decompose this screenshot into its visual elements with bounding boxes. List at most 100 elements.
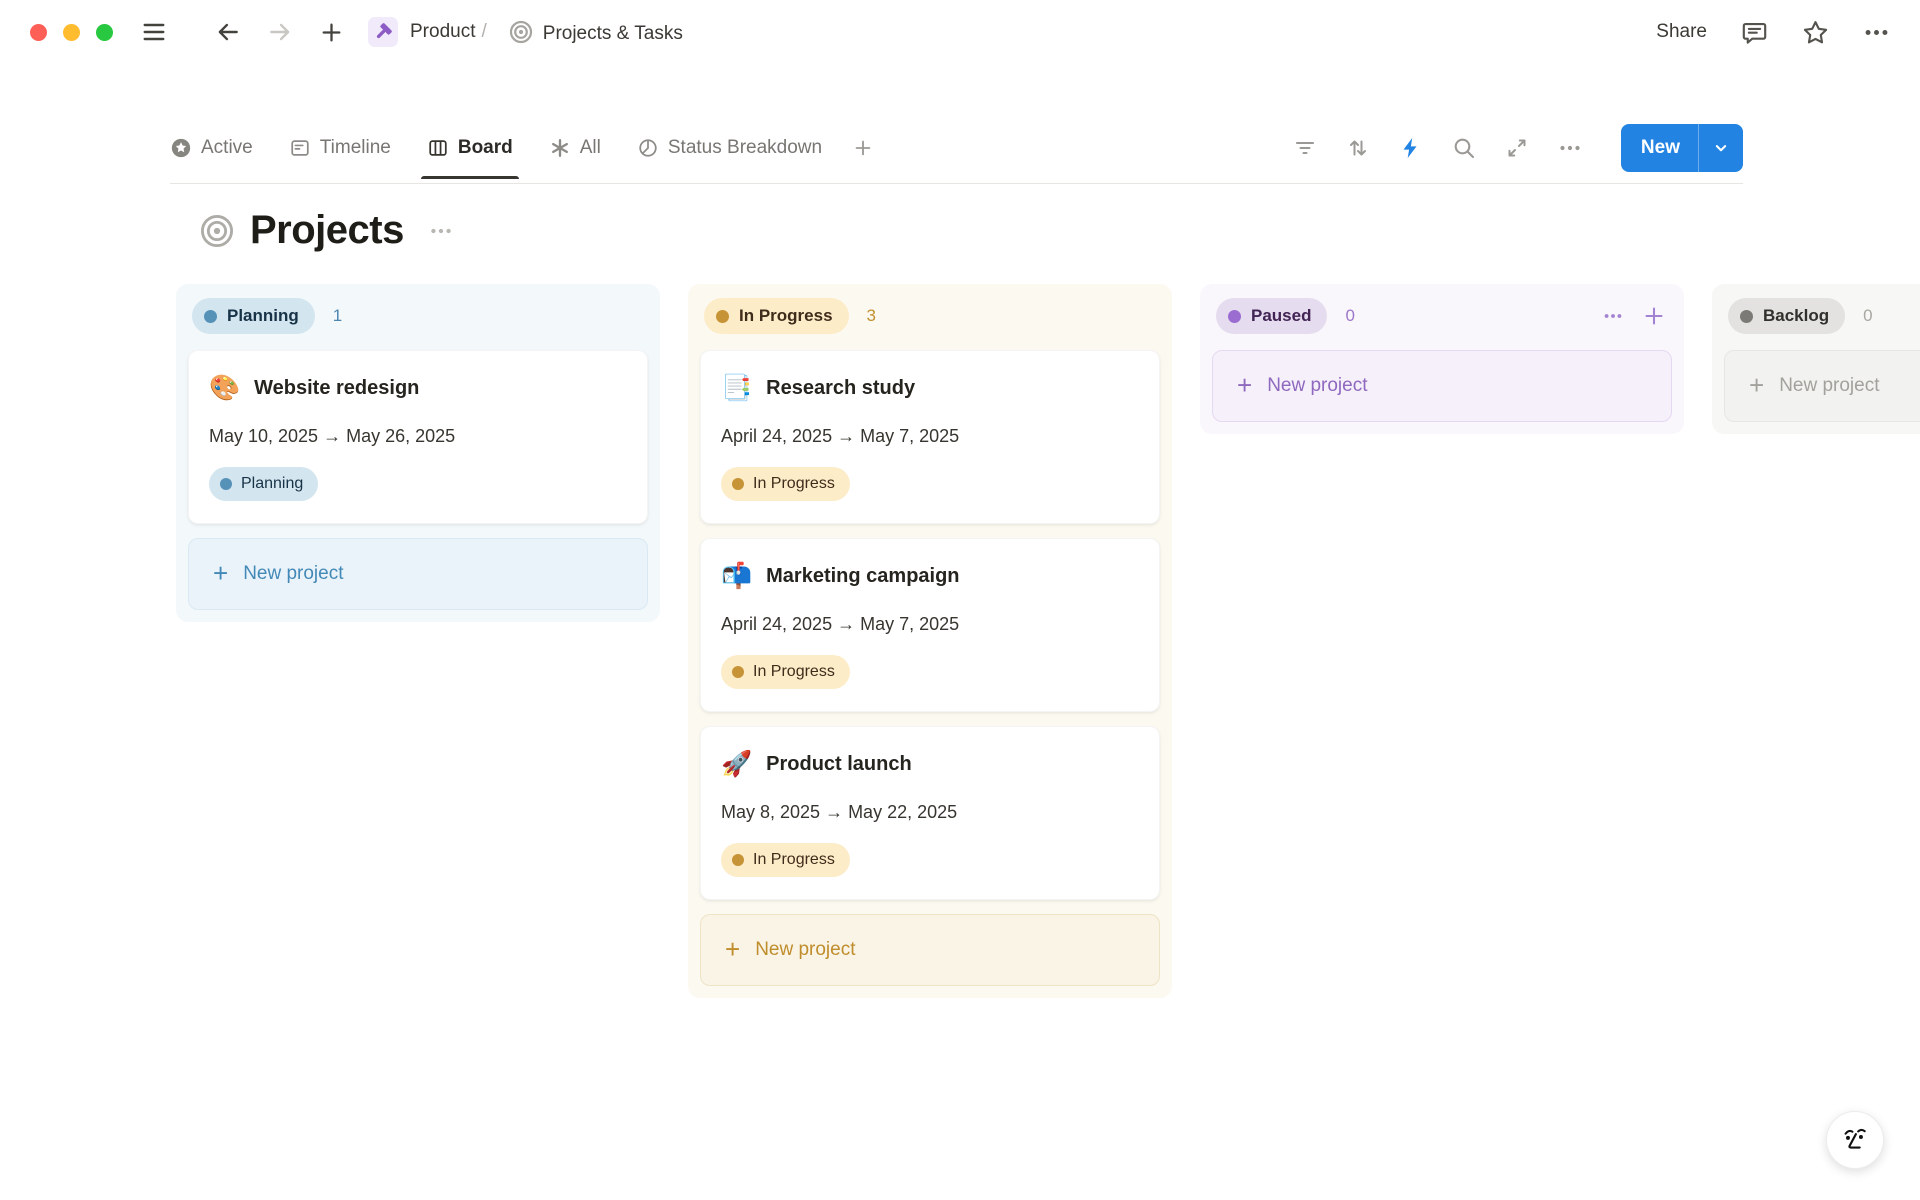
column-add-icon[interactable] xyxy=(1642,304,1666,328)
project-emoji: 📬 xyxy=(721,561,752,591)
add-view-icon[interactable] xyxy=(852,137,874,159)
comments-icon[interactable] xyxy=(1741,19,1768,46)
automation-bolt-icon[interactable] xyxy=(1399,136,1423,160)
target-icon xyxy=(509,20,533,44)
project-card[interactable]: 📬 Marketing campaign April 24, 2025 → Ma… xyxy=(700,538,1160,712)
status-tag-label: In Progress xyxy=(753,851,835,869)
chevron-down-icon[interactable] xyxy=(1699,139,1743,157)
more-options-icon[interactable] xyxy=(1863,19,1890,46)
column-status-pill[interactable]: Backlog xyxy=(1728,298,1845,334)
project-card[interactable]: 📑 Research study April 24, 2025 → May 7,… xyxy=(700,350,1160,524)
tab-label: Timeline xyxy=(320,137,391,159)
new-project-button[interactable]: + New project xyxy=(188,538,648,610)
project-emoji: 📑 xyxy=(721,373,752,403)
tab-label: Active xyxy=(201,137,253,159)
new-project-label: New project xyxy=(1267,375,1367,397)
tab-board[interactable]: Board xyxy=(427,137,513,159)
share-button[interactable]: Share xyxy=(1656,21,1707,43)
status-tag-label: In Progress xyxy=(753,663,835,681)
window-controls xyxy=(30,24,113,41)
column-count: 1 xyxy=(333,306,342,326)
tab-timeline[interactable]: Timeline xyxy=(289,137,391,159)
tab-label: All xyxy=(580,137,601,159)
asterisk-icon xyxy=(549,137,571,159)
status-dot xyxy=(220,478,232,490)
project-date-range: April 24, 2025 → May 7, 2025 xyxy=(721,426,1139,447)
view-more-icon[interactable] xyxy=(1558,136,1582,160)
board-column-in-progress: In Progress 3 📑 Research study April 24,… xyxy=(688,284,1172,998)
board-column-planning: Planning 1 🎨 Website redesign May 10, 20… xyxy=(176,284,660,622)
board-column-paused: Paused 0 + New project xyxy=(1200,284,1684,434)
status-dot xyxy=(204,310,217,323)
tab-all[interactable]: All xyxy=(549,137,601,159)
plus-icon: + xyxy=(213,560,228,586)
breadcrumb-page-label: Projects & Tasks xyxy=(543,23,683,44)
new-project-button[interactable]: + New project xyxy=(1724,350,1920,422)
filter-icon[interactable] xyxy=(1293,136,1317,160)
column-header: Planning 1 xyxy=(188,296,648,336)
pie-chart-icon xyxy=(637,137,659,159)
breadcrumb-page[interactable]: Projects & Tasks xyxy=(509,20,683,45)
new-page-icon[interactable] xyxy=(319,20,344,45)
search-icon[interactable] xyxy=(1452,136,1476,160)
zoom-window-button[interactable] xyxy=(96,24,113,41)
column-status-pill[interactable]: In Progress xyxy=(704,298,849,334)
column-header: Paused 0 xyxy=(1212,296,1672,336)
project-date-range: May 8, 2025 → May 22, 2025 xyxy=(721,802,1139,823)
plus-icon: + xyxy=(1749,372,1764,398)
forward-icon[interactable] xyxy=(267,19,293,45)
status-dot xyxy=(716,310,729,323)
project-date-range: May 10, 2025 → May 26, 2025 xyxy=(209,426,627,447)
sort-icon[interactable] xyxy=(1346,136,1370,160)
column-name: Paused xyxy=(1251,306,1311,326)
tab-status-breakdown[interactable]: Status Breakdown xyxy=(637,137,822,159)
teamspace-tile[interactable] xyxy=(368,17,398,47)
column-count: 3 xyxy=(867,306,876,326)
project-emoji: 🚀 xyxy=(721,749,752,779)
column-status-pill[interactable]: Planning xyxy=(192,298,315,334)
plus-icon: + xyxy=(1237,372,1252,398)
star-circle-icon xyxy=(170,137,192,159)
notion-ai-button[interactable] xyxy=(1826,1111,1884,1169)
column-name: Backlog xyxy=(1763,306,1829,326)
breadcrumb-team[interactable]: Product xyxy=(410,21,475,43)
timeline-icon xyxy=(289,137,311,159)
hammer-icon xyxy=(373,22,393,42)
new-project-button[interactable]: + New project xyxy=(1212,350,1672,422)
status-dot xyxy=(1740,310,1753,323)
new-button[interactable]: New xyxy=(1621,124,1743,172)
project-card[interactable]: 🚀 Product launch May 8, 2025 → May 22, 2… xyxy=(700,726,1160,900)
project-date-range: April 24, 2025 → May 7, 2025 xyxy=(721,614,1139,635)
plus-icon: + xyxy=(725,936,740,962)
expand-icon[interactable] xyxy=(1505,136,1529,160)
breadcrumb-separator: / xyxy=(481,21,486,43)
project-status-tag: In Progress xyxy=(721,843,850,877)
tab-label: Status Breakdown xyxy=(668,137,822,159)
new-project-label: New project xyxy=(1779,375,1879,397)
ai-face-icon xyxy=(1837,1122,1873,1158)
window-titlebar: Product / Projects & Tasks Share xyxy=(0,0,1920,64)
column-status-pill[interactable]: Paused xyxy=(1216,298,1327,334)
project-status-tag: In Progress xyxy=(721,467,850,501)
favorite-star-icon[interactable] xyxy=(1802,19,1829,46)
status-tag-label: In Progress xyxy=(753,475,835,493)
tab-active[interactable]: Active xyxy=(170,137,253,159)
close-window-button[interactable] xyxy=(30,24,47,41)
minimize-window-button[interactable] xyxy=(63,24,80,41)
page-title-row: Projects xyxy=(200,208,454,253)
column-name: Planning xyxy=(227,306,299,326)
project-title: Product launch xyxy=(766,749,912,779)
project-card[interactable]: 🎨 Website redesign May 10, 2025 → May 26… xyxy=(188,350,648,524)
sidebar-toggle-icon[interactable] xyxy=(141,19,167,45)
column-count: 0 xyxy=(1345,306,1354,326)
column-count: 0 xyxy=(1863,306,1872,326)
title-more-icon[interactable] xyxy=(428,218,454,244)
new-project-button[interactable]: + New project xyxy=(700,914,1160,986)
back-icon[interactable] xyxy=(215,19,241,45)
project-status-tag: Planning xyxy=(209,467,318,501)
project-status-tag: In Progress xyxy=(721,655,850,689)
project-title: Research study xyxy=(766,373,915,403)
new-project-label: New project xyxy=(243,563,343,585)
new-button-label[interactable]: New xyxy=(1621,137,1698,159)
column-more-icon[interactable] xyxy=(1602,305,1624,327)
